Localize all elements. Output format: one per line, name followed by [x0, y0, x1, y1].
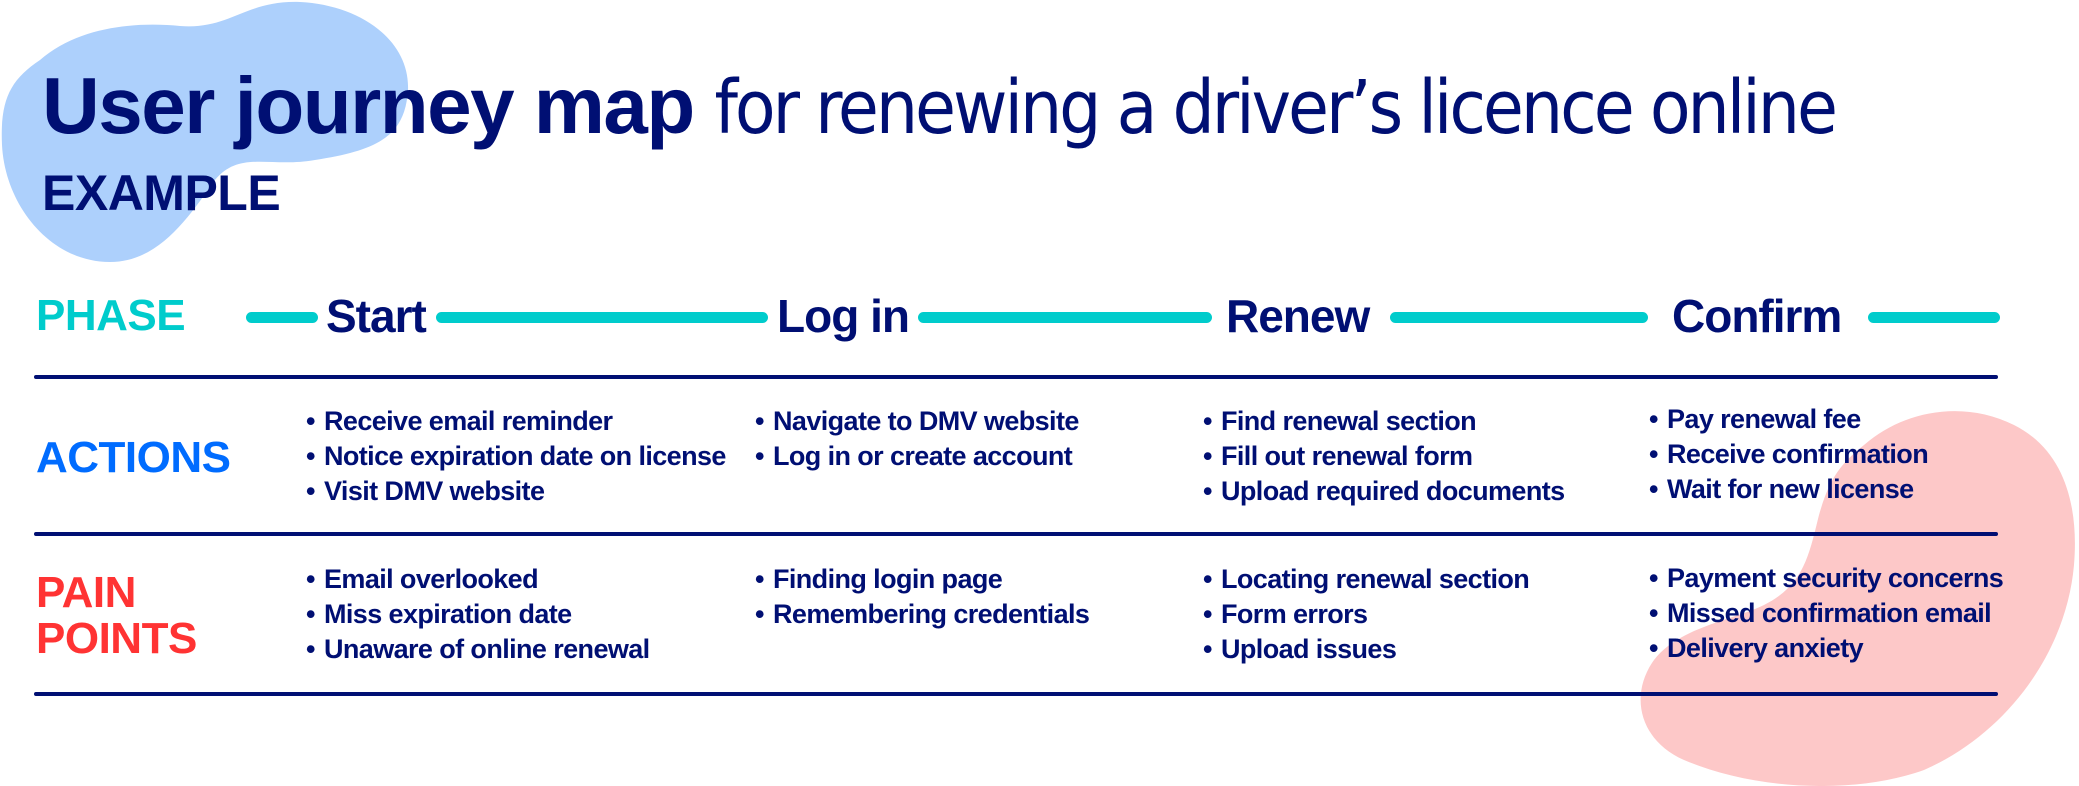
action-item: Receive email reminder: [306, 404, 726, 439]
title-light: for renewing a driver’s licence online: [714, 65, 1838, 151]
action-item: Notice expiration date on license: [306, 439, 726, 474]
pain-confirm-list: Payment security concerns Missed confirm…: [1649, 561, 2004, 666]
actions-log-in-list: Navigate to DMV website Log in or create…: [755, 404, 1079, 474]
pain-item: Remembering credentials: [755, 597, 1090, 632]
phase-confirm: Confirm: [1672, 290, 1842, 342]
phase-renew: Renew: [1226, 290, 1370, 342]
phase-row-label: PHASE: [36, 291, 186, 340]
divider-actions-pain: [34, 532, 1998, 536]
pain-item: Payment security concerns: [1649, 561, 2004, 596]
pain-label-line2: POINTS: [36, 614, 197, 663]
pain-item: Miss expiration date: [306, 597, 650, 632]
pain-item: Delivery anxiety: [1649, 631, 2003, 666]
action-item: Wait for new license: [1649, 472, 1928, 507]
phase-start: Start: [326, 290, 427, 342]
pain-renew-list: Locating renewal section Form errors Upl…: [1203, 562, 1530, 667]
timeline-segment: [918, 312, 1212, 323]
pain-log-in-list: Finding login page Remembering credentia…: [755, 562, 1090, 632]
pain-item: Email overlooked: [306, 562, 650, 597]
action-item: Find renewal section: [1203, 404, 1565, 439]
timeline-segment: [246, 312, 318, 323]
action-item: Fill out renewal form: [1203, 439, 1565, 474]
action-item: Log in or create account: [755, 439, 1079, 474]
pain-item: Missed confirmation email: [1649, 596, 2003, 631]
action-item: Pay renewal fee: [1649, 402, 1928, 437]
example-subtitle: EXAMPLE: [42, 165, 281, 221]
pain-item: Unaware of online renewal: [306, 632, 650, 667]
divider-bottom: [34, 692, 1998, 696]
pain-start-list: Email overlooked Miss expiration date Un…: [306, 562, 650, 667]
pain-label-line1: PAIN: [36, 568, 136, 617]
actions-confirm-list: Pay renewal fee Receive confirmation Wai…: [1649, 402, 1929, 507]
action-item: Upload required documents: [1203, 474, 1565, 509]
pain-item: Locating renewal section: [1203, 562, 1530, 597]
page-title: User journey map for renewing a driver’s…: [42, 58, 1838, 156]
pain-item: Upload issues: [1203, 632, 1529, 667]
pain-item: Form errors: [1203, 597, 1529, 632]
action-item: Visit DMV website: [306, 474, 726, 509]
actions-row-label: ACTIONS: [36, 433, 231, 482]
title-bold: User journey map: [42, 61, 695, 150]
actions-renew-list: Find renewal section Fill out renewal fo…: [1203, 404, 1565, 509]
timeline-segment: [1868, 312, 2000, 323]
divider-phase-actions: [34, 375, 1998, 379]
action-item: Receive confirmation: [1649, 437, 1929, 472]
action-item: Navigate to DMV website: [755, 404, 1079, 439]
pain-item: Finding login page: [755, 562, 1089, 597]
timeline-segment: [1390, 312, 1648, 323]
actions-start-list: Receive email reminder Notice expiration…: [306, 404, 726, 509]
pain-points-row-label: PAIN POINTS: [36, 570, 197, 662]
timeline-segment: [436, 312, 768, 323]
phase-log-in: Log in: [777, 290, 910, 342]
